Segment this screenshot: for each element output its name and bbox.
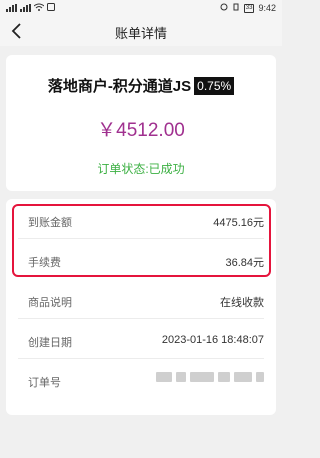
detail-row-order-no: 订单号 bbox=[6, 361, 276, 399]
vibrate-icon bbox=[232, 3, 240, 13]
notification-icon bbox=[47, 3, 55, 13]
order-amount: ￥4512.00 bbox=[97, 120, 185, 141]
signal-icon bbox=[6, 4, 17, 12]
order-number-redacted bbox=[156, 372, 264, 382]
detail-label: 到账金额 bbox=[28, 217, 72, 229]
detail-value: 在线收款 bbox=[220, 297, 264, 309]
wifi-icon bbox=[33, 3, 45, 13]
signal-icon-2 bbox=[20, 4, 31, 12]
details-card: 到账金额 4475.16元 手续费 36.84元 商品说明 在线收款 创建日期 … bbox=[6, 199, 276, 415]
divider bbox=[18, 238, 264, 239]
detail-row-created: 创建日期 2023-01-16 18:48:07 bbox=[6, 321, 276, 359]
detail-label: 商品说明 bbox=[28, 297, 72, 309]
merchant-line: 落地商户-积分通道JS 0.75% bbox=[6, 75, 276, 96]
detail-label: 订单号 bbox=[28, 377, 61, 389]
header: 账单详情 bbox=[0, 16, 282, 46]
summary-card: 落地商户-积分通道JS 0.75% ￥4512.00 订单状态:已成功 bbox=[6, 55, 276, 191]
detail-value: 2023-01-16 18:48:07 bbox=[161, 334, 264, 346]
merchant-name: 落地商户-积分通道JS bbox=[47, 78, 192, 95]
order-status: 订单状态:已成功 bbox=[97, 162, 185, 176]
status-time: 9:42 bbox=[258, 3, 276, 13]
detail-row-fee: 手续费 36.84元 bbox=[6, 241, 276, 279]
page-title: 账单详情 bbox=[114, 26, 167, 41]
alarm-icon bbox=[220, 3, 228, 13]
detail-label: 手续费 bbox=[28, 257, 61, 269]
detail-value: 36.84元 bbox=[225, 257, 264, 269]
divider bbox=[18, 358, 264, 359]
status-bar: 33 9:42 bbox=[0, 0, 282, 16]
detail-label: 创建日期 bbox=[28, 337, 72, 349]
detail-value: 4475.16元 bbox=[213, 217, 264, 229]
divider bbox=[18, 318, 264, 319]
battery-icon: 33 bbox=[243, 3, 255, 13]
status-left-icons bbox=[6, 3, 55, 13]
rate-badge: 0.75% bbox=[194, 77, 235, 95]
detail-row-received: 到账金额 4475.16元 bbox=[6, 201, 276, 239]
detail-row-description: 商品说明 在线收款 bbox=[6, 281, 276, 319]
status-right-icons: 33 9:42 bbox=[220, 3, 276, 13]
